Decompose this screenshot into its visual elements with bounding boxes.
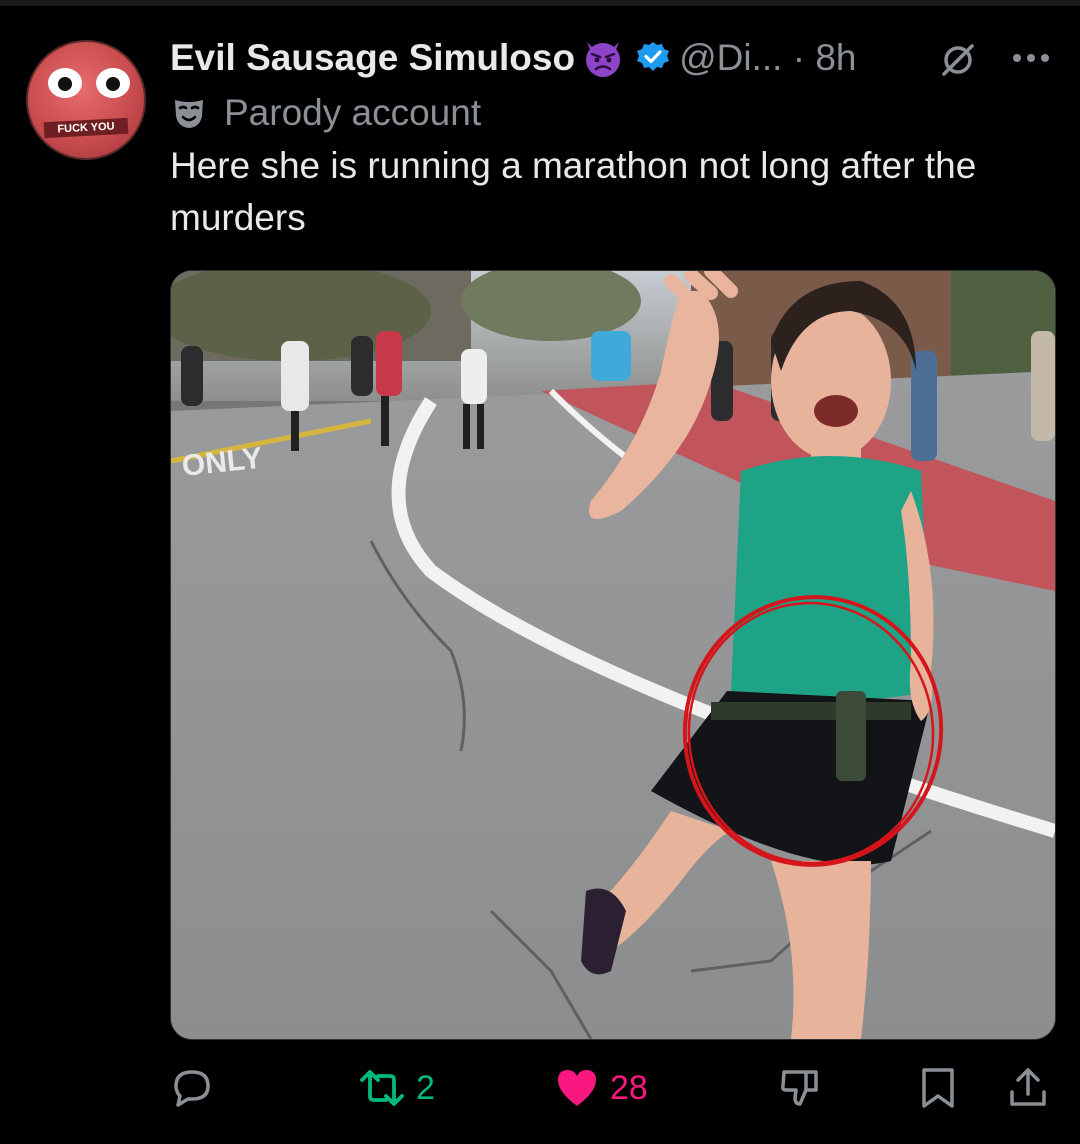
avatar[interactable]: FUCK YOU: [26, 40, 146, 160]
avatar-eye: [96, 68, 130, 98]
reply-icon: [174, 1070, 210, 1107]
grok-icon[interactable]: [938, 40, 978, 80]
parody-mask-icon: [175, 100, 203, 128]
retweet-icon: [360, 1070, 404, 1106]
parody-label: Parody account: [172, 92, 481, 134]
bookmark-icon: [922, 1068, 954, 1108]
handle-and-time[interactable]: @Di... · 8h: [679, 37, 856, 79]
parody-label-text: Parody account: [224, 92, 482, 133]
top-divider: [0, 0, 1080, 6]
tweet-photo[interactable]: ONLY: [170, 270, 1056, 1040]
like-button[interactable]: 28: [554, 1060, 648, 1116]
devil-emoji-icon: [586, 42, 621, 77]
verified-badge-icon: [637, 42, 670, 71]
bookmark-button[interactable]: [918, 1060, 958, 1116]
reply-button[interactable]: [170, 1060, 224, 1116]
retweet-button[interactable]: 2: [358, 1060, 435, 1116]
tweet-actions: 2 28: [170, 1060, 1054, 1116]
author-name[interactable]: Evil Sausage Simuloso: [170, 37, 575, 79]
dislike-button[interactable]: [778, 1060, 822, 1116]
dislike-icon: [781, 1070, 818, 1106]
marathon-photo: ONLY: [171, 271, 1055, 1039]
avatar-eye: [48, 68, 82, 98]
share-icon: [1010, 1068, 1046, 1106]
like-count: 28: [610, 1068, 648, 1107]
more-icon[interactable]: [1008, 44, 1054, 72]
tweet-header: Evil Sausage Simuloso @Di... · 8h: [170, 34, 856, 82]
like-icon: [558, 1070, 596, 1106]
tweet-text: Here she is running a marathon not long …: [170, 145, 977, 238]
avatar-caption: FUCK YOU: [43, 117, 129, 139]
retweet-count: 2: [416, 1068, 435, 1107]
share-button[interactable]: [1006, 1060, 1050, 1116]
